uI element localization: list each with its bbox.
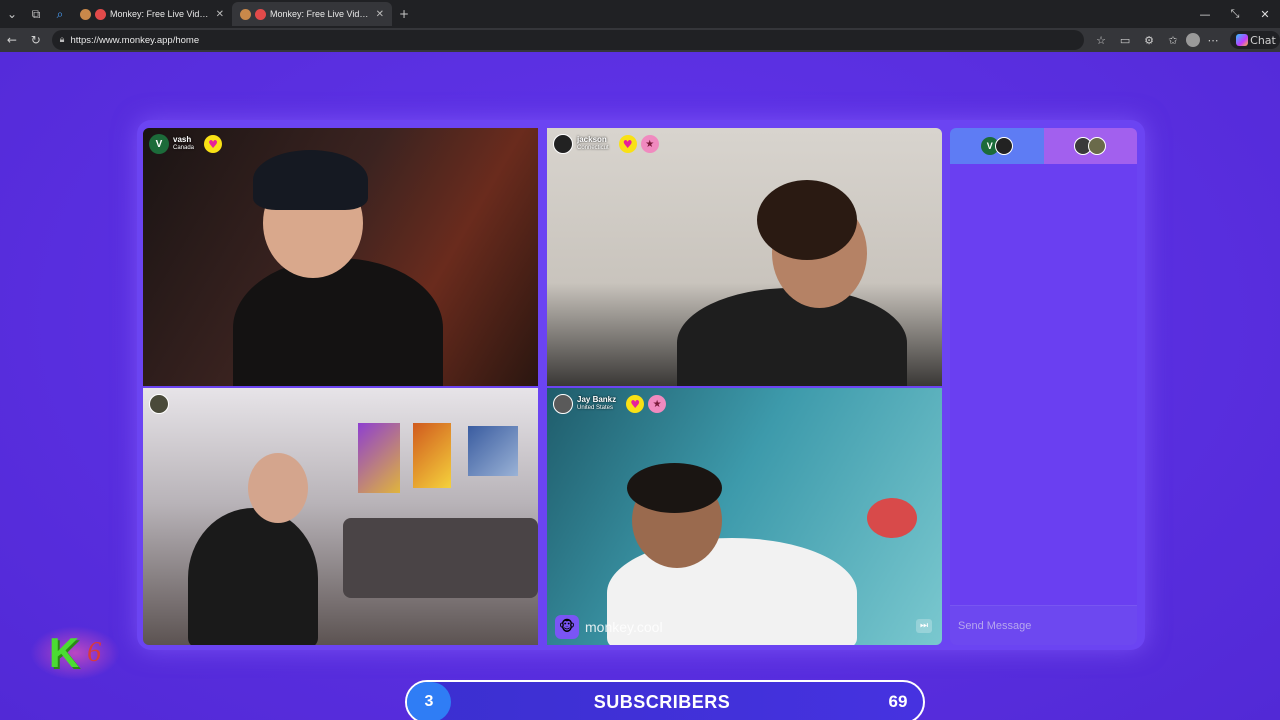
browser-tab-active[interactable]: Monkey: Free Live Video Chat ✕ <box>232 2 392 26</box>
person-silhouette <box>233 258 443 386</box>
recording-icon <box>255 8 266 20</box>
cap-shape <box>253 150 368 210</box>
monkey-favicon-icon <box>240 8 251 20</box>
user-location: United States <box>577 405 614 411</box>
monkey-favicon-icon <box>80 8 91 20</box>
user-avatar[interactable] <box>553 394 573 414</box>
person-silhouette <box>188 508 318 645</box>
video-tile <box>143 388 538 645</box>
url-text: https://www.monkey.app/home <box>70 34 200 46</box>
favorite-star-icon[interactable]: ☆ <box>1090 29 1112 51</box>
copilot-label: Chat <box>1250 33 1276 47</box>
hair-shape <box>627 463 722 513</box>
user-location: Canada <box>173 145 195 151</box>
subscriber-label: SUBSCRIBERS <box>593 691 731 712</box>
user-avatar <box>994 137 1013 155</box>
camera-icon[interactable]: ▭ <box>1114 29 1136 51</box>
gift-icon[interactable]: ★ <box>640 135 659 153</box>
heart-icon[interactable]: ♥ <box>204 135 223 153</box>
poster-shape <box>468 426 518 476</box>
person-head <box>248 453 308 523</box>
search-tab-icon[interactable]: ⌕ <box>48 2 72 26</box>
tab-title: Monkey: Free Live Video Chat <box>270 9 372 19</box>
url-field[interactable]: 🔒︎ https://www.monkey.app/home <box>51 30 1085 50</box>
chat-messages[interactable] <box>950 164 1137 602</box>
hair-shape <box>757 180 857 260</box>
minimize-icon[interactable]: — <box>1190 0 1220 28</box>
address-bar-row: ← ↻ 🔒︎ https://www.monkey.app/home ☆ ▭ ⚙… <box>0 28 1280 52</box>
new-tab-icon[interactable]: + <box>392 2 416 26</box>
video-tile: V vash Canada ♥ <box>143 128 538 386</box>
chat-input-area <box>950 605 1137 645</box>
close-tab-icon[interactable]: ✕ <box>376 9 384 20</box>
monkey-page: V vash Canada ♥ jackson Connecticut ♥ ★ <box>0 52 1280 720</box>
plush-toy-shape <box>867 498 917 538</box>
site-info-icon[interactable]: 🔒︎ <box>60 35 65 45</box>
send-message-input[interactable] <box>958 619 1128 632</box>
watermark-text: monkey.cool <box>585 619 663 635</box>
poster-shape <box>413 423 451 488</box>
reload-icon[interactable]: ↻ <box>24 28 48 52</box>
chat-tab-pair-a[interactable]: V <box>950 128 1044 164</box>
user-name: vash <box>173 135 192 144</box>
window-controls: — ⤡ ✕ <box>1190 0 1280 28</box>
user-location: Connecticut <box>577 145 609 151</box>
user-name: Jay Bankz <box>577 395 617 404</box>
logo-number: 6 <box>87 637 102 668</box>
copilot-icon <box>1236 34 1249 46</box>
copilot-chat-button[interactable]: Chat <box>1230 31 1280 49</box>
close-tab-icon[interactable]: ✕ <box>216 9 224 20</box>
workspaces-icon[interactable]: ⧉ <box>24 2 48 26</box>
person-silhouette <box>677 288 907 386</box>
tab-title: Monkey: Free Live Video Chat <box>110 9 212 19</box>
browser-tab[interactable]: Monkey: Free Live Video Chat ✕ <box>72 2 232 26</box>
skip-icon[interactable]: ⏭ <box>916 619 932 633</box>
more-menu-icon[interactable]: ⋯ <box>1202 29 1224 51</box>
chat-tab-pair-b[interactable] <box>1043 128 1137 164</box>
video-chat-stage: V vash Canada ♥ jackson Connecticut ♥ ★ <box>137 120 1145 650</box>
recording-icon <box>95 8 106 20</box>
subscriber-count: 3 <box>407 682 451 720</box>
user-avatar <box>1088 137 1107 155</box>
user-avatar[interactable] <box>149 394 169 414</box>
tab-list-icon[interactable]: ⌄ <box>0 2 24 26</box>
monkey-watermark: 🐵︎ monkey.cool <box>555 615 663 639</box>
back-icon[interactable]: ← <box>0 28 24 52</box>
streamer-logo: K 6 <box>30 626 120 680</box>
extensions-icon[interactable]: ⚙ <box>1138 29 1160 51</box>
heart-icon[interactable]: ♥ <box>618 135 637 153</box>
chat-panel: V <box>950 128 1137 645</box>
poster-shape <box>358 423 400 493</box>
user-name: jackson <box>577 135 607 144</box>
profile-avatar[interactable] <box>1186 33 1201 47</box>
monkey-icon: 🐵︎ <box>555 615 579 639</box>
user-avatar[interactable]: V <box>149 134 169 154</box>
video-tile: Jay Bankz United States ♥ ★ 🐵︎ monkey.co… <box>547 388 942 645</box>
video-tile: jackson Connecticut ♥ ★ <box>547 128 942 386</box>
subscriber-goal: 69 <box>888 692 908 711</box>
subscriber-goal-bar: 3 SUBSCRIBERS 69 <box>405 680 925 720</box>
logo-letter: K <box>48 629 80 676</box>
couch-shape <box>343 518 538 598</box>
close-window-icon[interactable]: ✕ <box>1250 0 1280 28</box>
heart-icon[interactable]: ♥ <box>626 395 645 413</box>
user-avatar[interactable] <box>553 134 573 154</box>
browser-tab-bar: ⌄ ⧉ ⌕ Monkey: Free Live Video Chat ✕ Mon… <box>0 0 1280 28</box>
gift-icon[interactable]: ★ <box>648 395 667 413</box>
restore-icon[interactable]: ⤡ <box>1220 0 1250 28</box>
favorites-icon[interactable]: ✩ <box>1162 29 1184 51</box>
